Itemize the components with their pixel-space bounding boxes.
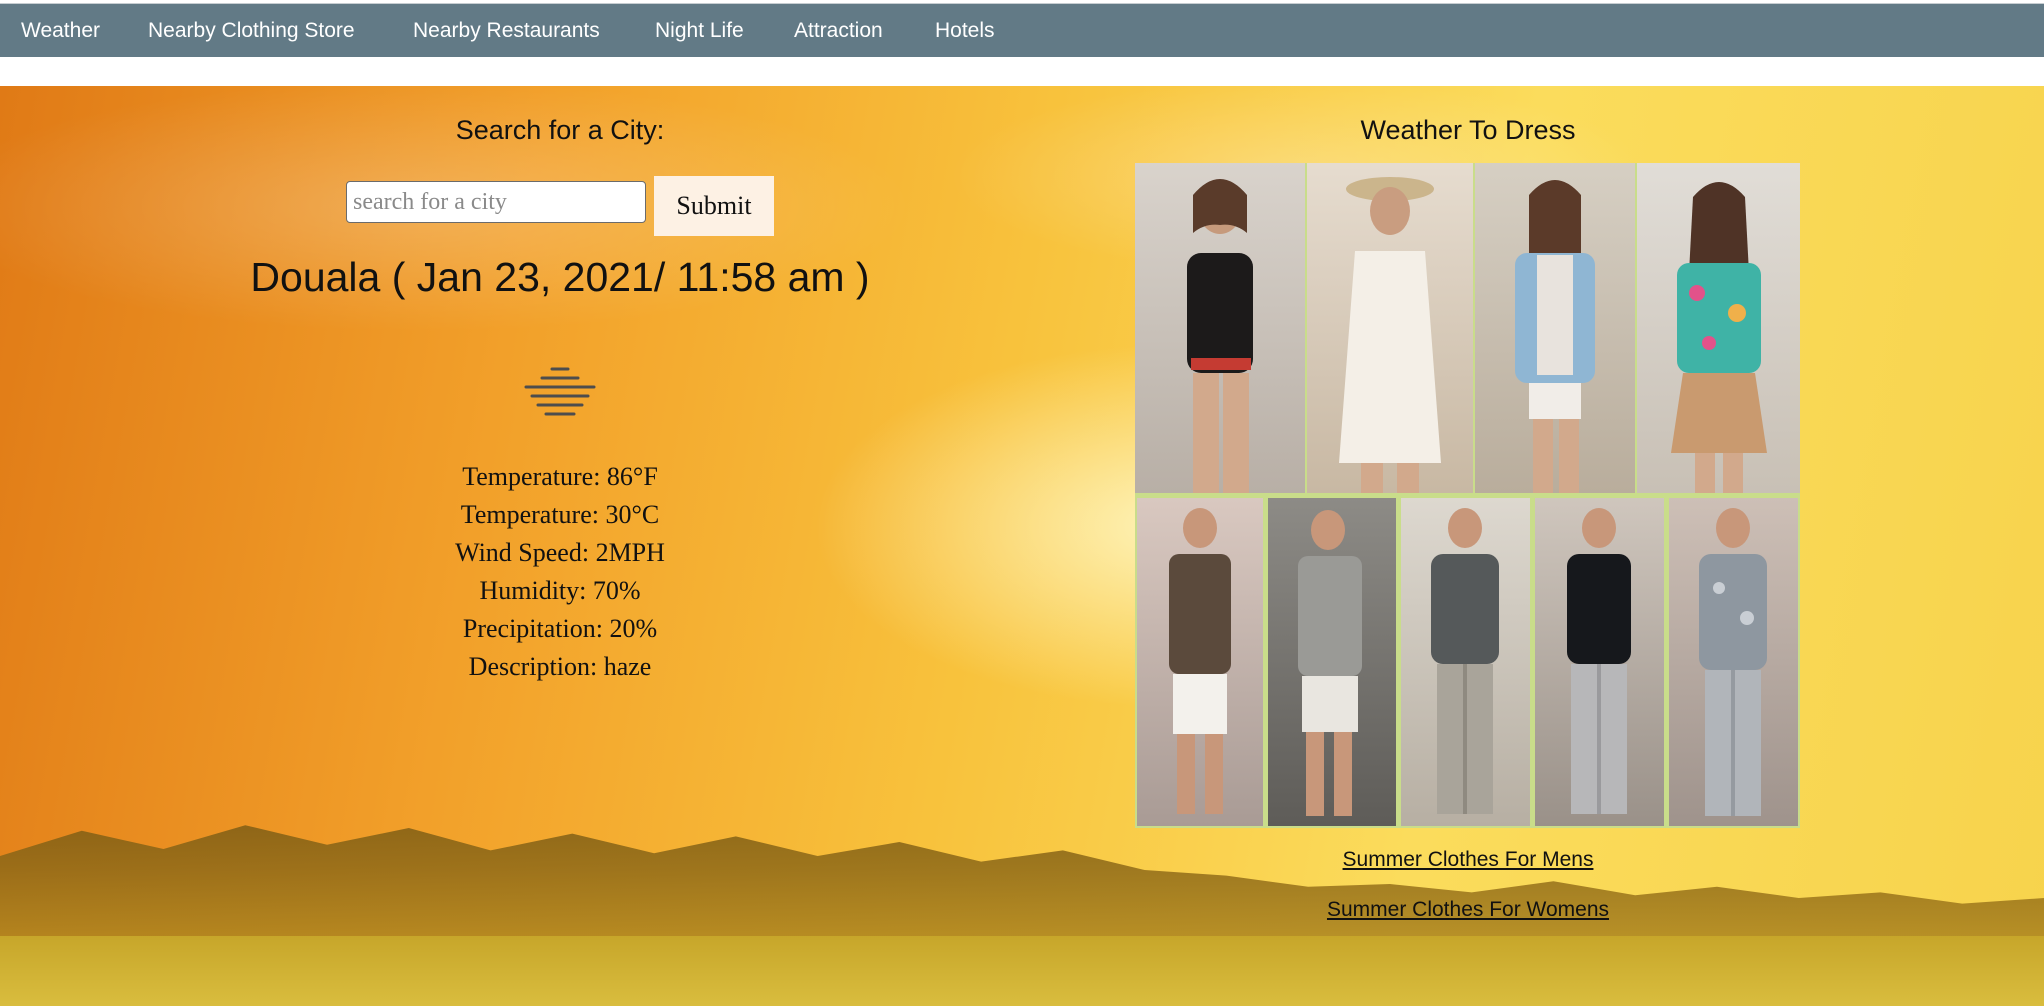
humidity: Humidity: 70%: [479, 576, 641, 605]
summer-clothes-mens-link[interactable]: Summer Clothes For Mens: [1136, 848, 1800, 872]
precipitation: Precipitation: 20%: [462, 614, 658, 643]
woman-floral-jacket-photo: [1637, 163, 1800, 493]
temperature-c: Temperature: 30°C: [460, 500, 660, 529]
man-graphic-tee-photo: [1401, 498, 1530, 826]
man-patterned-shirt-shorts-photo: [1137, 498, 1263, 826]
city-search-input[interactable]: [346, 181, 646, 223]
haze-icon: [524, 367, 596, 416]
nav-hotels[interactable]: Hotels: [935, 4, 995, 57]
woman-black-romper-photo: [1135, 163, 1305, 493]
woman-white-lace-dress-photo: [1307, 163, 1473, 493]
submit-button[interactable]: Submit: [654, 176, 774, 236]
outfit-gallery: [1135, 163, 1800, 828]
tree-line: [0, 825, 2044, 954]
nav-weather[interactable]: Weather: [21, 4, 100, 57]
man-paisley-shirt-photo: [1669, 498, 1798, 826]
wind-speed: Wind Speed: 2MPH: [455, 538, 665, 567]
nav-nearby-clothing-store[interactable]: Nearby Clothing Store: [148, 4, 355, 57]
nav-attraction[interactable]: Attraction: [794, 4, 883, 57]
weather-stats: Temperature: 86°F Temperature: 30°C Wind…: [0, 458, 1120, 686]
wheat-field: [0, 936, 2044, 1006]
nav-night-life[interactable]: Night Life: [655, 4, 744, 57]
search-label: Search for a City:: [455, 115, 665, 145]
nav-nearby-restaurants[interactable]: Nearby Restaurants: [413, 4, 600, 57]
top-nav: Weather Nearby Clothing Store Nearby Res…: [0, 3, 2044, 57]
city-date-title: Douala ( Jan 23, 2021/ 11:58 am ): [250, 254, 870, 300]
man-grey-shirt-shorts-photo: [1268, 498, 1396, 826]
man-black-tee-photo: [1535, 498, 1664, 826]
weather-to-dress-title: Weather To Dress: [1360, 115, 1576, 145]
temperature-f: Temperature: 86°F: [462, 462, 658, 491]
woman-denim-jacket-photo: [1475, 163, 1635, 493]
description: Description: haze: [468, 652, 652, 681]
hero-background: Search for a City: Submit Douala ( Jan 2…: [0, 86, 2044, 1006]
summer-clothes-womens-link[interactable]: Summer Clothes For Womens: [1136, 898, 1800, 922]
